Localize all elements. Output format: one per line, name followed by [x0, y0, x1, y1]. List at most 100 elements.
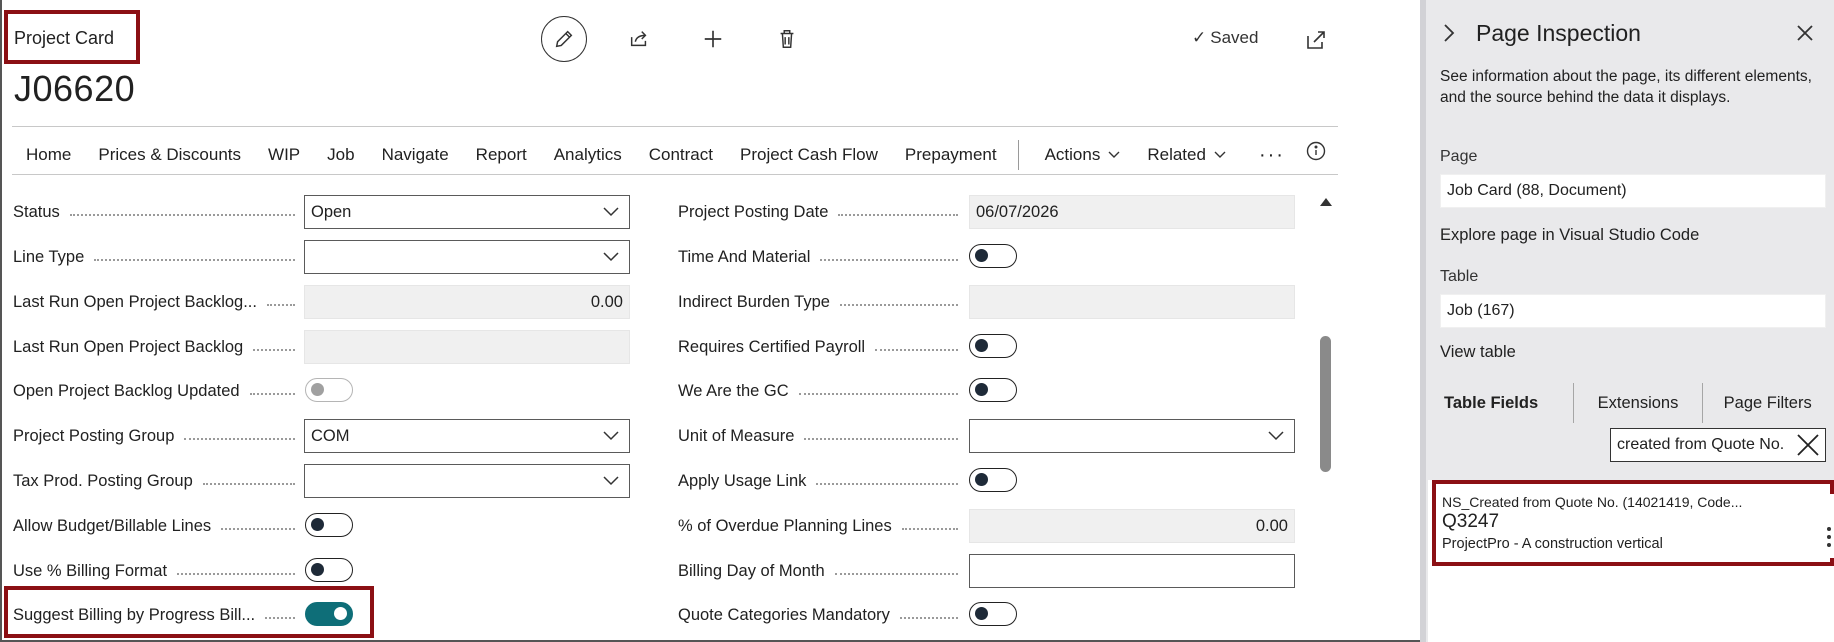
view-table-link[interactable]: View table — [1440, 343, 1516, 362]
field-percent-overdue-planning-lines: % of Overdue Planning Lines — [678, 510, 968, 542]
page-value: Job Card (88, Document) — [1447, 182, 1627, 199]
requires-certified-payroll-toggle[interactable] — [969, 334, 1017, 358]
result-field-name: NS_Created from Quote No. (14021419, Cod… — [1442, 494, 1743, 510]
last-run-backlog-amount-value: 0.00 — [590, 292, 623, 311]
apply-usage-link-toggle[interactable] — [969, 468, 1017, 492]
tab-table-fields[interactable]: Table Fields — [1440, 394, 1573, 413]
line-type-dropdown[interactable] — [304, 240, 630, 274]
nav-actions-menu[interactable]: Actions — [1045, 145, 1121, 165]
leader-dots — [820, 259, 958, 261]
nav-related-menu[interactable]: Related — [1147, 145, 1226, 165]
field-requires-certified-payroll: Requires Certified Payroll — [678, 331, 968, 363]
quote-categories-mandatory-toggle[interactable] — [969, 602, 1017, 626]
info-icon[interactable] — [1306, 141, 1326, 161]
nav-home[interactable]: Home — [26, 145, 71, 165]
nav-wip[interactable]: WIP — [268, 145, 300, 165]
field-last-run-open-project-backlog: Last Run Open Project Backlog — [13, 331, 305, 363]
inspection-tabs: Table Fields Extensions Page Filters — [1440, 382, 1832, 424]
nav-job[interactable]: Job — [327, 145, 354, 165]
allow-budget-billable-lines-toggle[interactable] — [305, 513, 353, 537]
field-label: Project Posting Group — [13, 426, 175, 445]
field-label: Project Posting Date — [678, 202, 829, 221]
nav-contract[interactable]: Contract — [649, 145, 713, 165]
table-label: Table — [1440, 268, 1479, 285]
field-unit-of-measure: Unit of Measure — [678, 420, 968, 452]
explore-vscode-link[interactable]: Explore page in Visual Studio Code — [1440, 226, 1699, 245]
chevron-right-icon[interactable] — [1442, 23, 1456, 43]
scrollbar-thumb[interactable] — [1320, 336, 1331, 472]
field-allow-budget-billable-lines: Allow Budget/Billable Lines — [13, 510, 305, 542]
leader-dots — [899, 617, 958, 619]
suggest-billing-by-progress-billing-toggle[interactable] — [305, 602, 353, 626]
we-are-the-gc-toggle[interactable] — [969, 378, 1017, 402]
field-label: Suggest Billing by Progress Bill... — [13, 605, 256, 624]
field-time-and-material: Time And Material — [678, 241, 968, 273]
leader-dots — [266, 304, 295, 306]
last-run-backlog-amount-field: 0.00 — [304, 285, 630, 319]
pencil-icon — [555, 30, 573, 48]
scroll-up-arrow-icon[interactable] — [1320, 196, 1332, 206]
field-label: % of Overdue Planning Lines — [678, 516, 892, 535]
share-icon — [630, 31, 647, 47]
action-bar: Home Prices & Discounts WIP Job Navigate… — [26, 140, 1285, 170]
toggle-knob — [975, 607, 988, 620]
field-label: Tax Prod. Posting Group — [13, 471, 193, 490]
billing-day-of-month-input[interactable] — [969, 554, 1295, 588]
nav-report[interactable]: Report — [476, 145, 527, 165]
tax-prod-posting-group-dropdown[interactable] — [304, 464, 630, 498]
page-title: J06620 — [14, 68, 136, 109]
close-icon[interactable] — [1796, 24, 1814, 42]
field-use-percent-billing-format: Use % Billing Format — [13, 555, 305, 587]
field-result-item[interactable]: NS_Created from Quote No. (14021419, Cod… — [1442, 494, 1834, 558]
field-label: Billing Day of Month — [678, 561, 825, 580]
result-field-value: Q3247 — [1442, 511, 1500, 532]
status-dropdown[interactable]: Open — [304, 195, 630, 229]
more-options-button[interactable]: ··· — [1259, 144, 1285, 167]
leader-dots — [834, 573, 958, 575]
project-card: Project Card J06620 ✓ Saved Home Prices … — [0, 0, 1420, 642]
leader-dots — [253, 349, 295, 351]
field-search-value: created from Quote No. — [1617, 436, 1785, 453]
field-search-input[interactable]: created from Quote No. — [1610, 428, 1826, 462]
toggle-knob — [311, 518, 324, 531]
new-button[interactable] — [690, 16, 736, 62]
toggle-knob — [311, 563, 324, 576]
more-vertical-icon[interactable] — [1826, 526, 1832, 548]
nav-prices-discounts[interactable]: Prices & Discounts — [98, 145, 241, 165]
plus-icon — [704, 30, 722, 48]
open-project-backlog-updated-toggle — [305, 378, 353, 402]
use-percent-billing-format-toggle[interactable] — [305, 558, 353, 582]
tab-page-filters[interactable]: Page Filters — [1703, 394, 1832, 413]
field-label: Open Project Backlog Updated — [13, 381, 240, 400]
project-posting-group-value: COM — [311, 426, 350, 445]
nav-project-cash-flow[interactable]: Project Cash Flow — [740, 145, 878, 165]
nav-analytics[interactable]: Analytics — [554, 145, 622, 165]
trash-icon — [780, 30, 794, 48]
nav-prepayment[interactable]: Prepayment — [905, 145, 997, 165]
project-posting-group-dropdown[interactable]: COM — [304, 419, 630, 453]
field-we-are-the-gc: We Are the GC — [678, 375, 968, 407]
tab-extensions[interactable]: Extensions — [1574, 394, 1703, 413]
field-label: Apply Usage Link — [678, 471, 807, 490]
time-and-material-toggle[interactable] — [969, 244, 1017, 268]
share-button[interactable] — [616, 16, 662, 62]
toggle-knob — [975, 383, 988, 396]
nav-related-label: Related — [1147, 145, 1206, 164]
clear-icon[interactable] — [1795, 432, 1821, 458]
indirect-burden-type-field — [969, 285, 1295, 319]
open-new-window-icon[interactable] — [1304, 28, 1328, 52]
chevron-down-icon — [603, 431, 619, 441]
check-icon: ✓ — [1192, 28, 1207, 47]
last-run-backlog-field — [304, 330, 630, 364]
project-posting-date-field: 06/07/2026 — [969, 195, 1295, 229]
unit-of-measure-dropdown[interactable] — [969, 419, 1295, 453]
divider — [12, 174, 1338, 175]
edit-button[interactable] — [541, 16, 587, 62]
leader-dots — [901, 528, 958, 530]
field-label: Line Type — [13, 247, 85, 266]
nav-navigate[interactable]: Navigate — [382, 145, 449, 165]
delete-button[interactable] — [764, 16, 810, 62]
saved-label: Saved — [1210, 28, 1259, 47]
field-label: Unit of Measure — [678, 426, 795, 445]
leader-dots — [838, 214, 958, 216]
